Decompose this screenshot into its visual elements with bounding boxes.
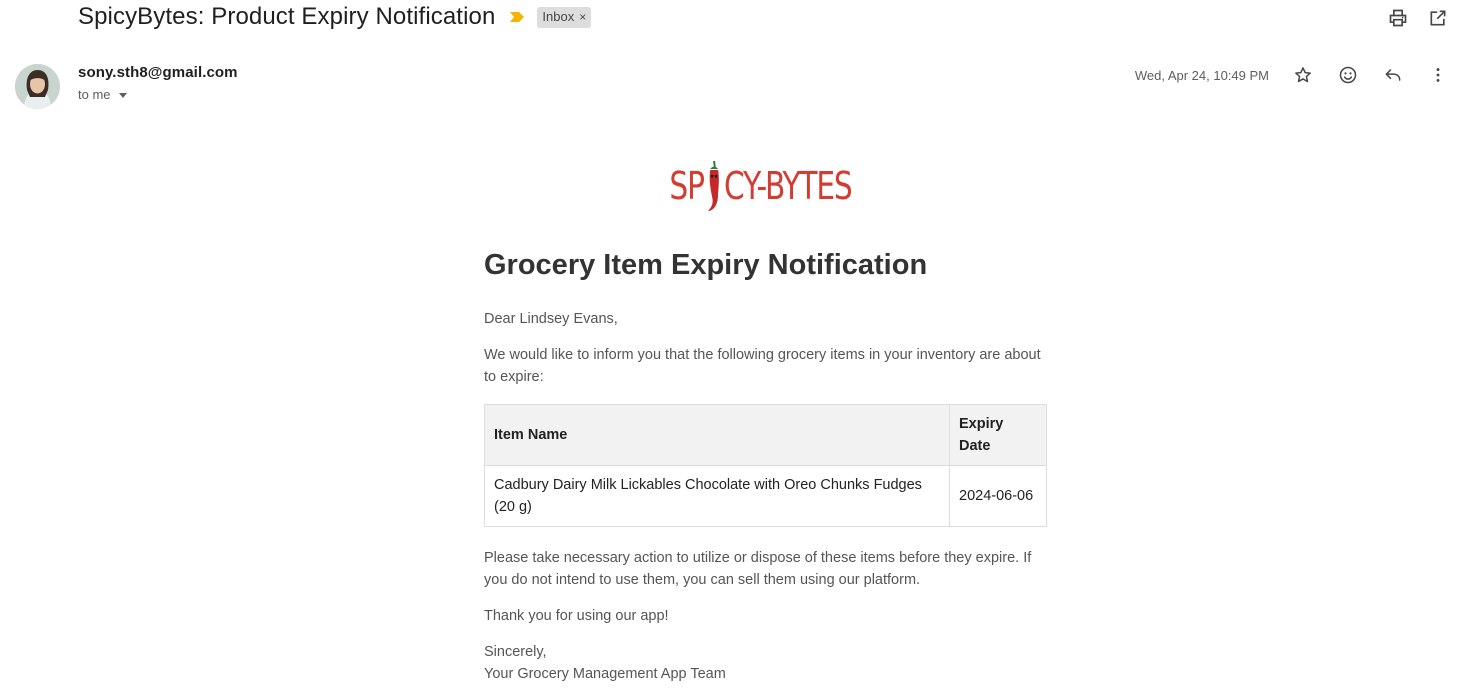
greeting-text: Dear Lindsey Evans, bbox=[484, 311, 618, 327]
recipient-details-toggle[interactable]: to me bbox=[78, 87, 238, 102]
email-heading: Grocery Item Expiry Notification bbox=[484, 249, 928, 281]
label-chip-inbox: Inbox × bbox=[537, 6, 592, 28]
intro-text: We would like to inform you that the fol… bbox=[484, 347, 1041, 385]
more-options-button[interactable] bbox=[1424, 64, 1452, 86]
print-all-button[interactable] bbox=[1384, 6, 1412, 30]
reply-button[interactable] bbox=[1379, 64, 1407, 86]
expiring-items-table: Item Name Expiry Date Cadbury Dairy Milk… bbox=[484, 404, 1047, 527]
logo-text-left: SP bbox=[669, 164, 705, 208]
sender-email[interactable]: sony.sth8@gmail.com bbox=[78, 64, 238, 81]
sender-info: sony.sth8@gmail.com to me bbox=[78, 64, 238, 102]
item-name-cell: Cadbury Dairy Milk Lickables Chocolate w… bbox=[484, 465, 950, 527]
email-view: SpicyBytes: Product Expiry Notification … bbox=[0, 0, 1458, 692]
label-chip-text: Inbox bbox=[542, 9, 575, 24]
top-actions bbox=[1384, 6, 1452, 30]
more-vert-icon bbox=[1436, 68, 1440, 82]
add-reaction-button[interactable] bbox=[1334, 64, 1362, 86]
column-header-item-name: Item Name bbox=[484, 404, 950, 466]
remove-label-button[interactable]: × bbox=[579, 10, 586, 24]
column-header-expiry-date: Expiry Date bbox=[949, 404, 1047, 466]
message-actions bbox=[1289, 64, 1452, 86]
thanks-text: Thank you for using our app! bbox=[484, 608, 669, 624]
sender-avatar[interactable] bbox=[15, 64, 60, 109]
star-button[interactable] bbox=[1289, 64, 1317, 86]
avatar-photo-icon bbox=[15, 64, 60, 109]
table-header-row: Item Name Expiry Date bbox=[484, 404, 1047, 466]
printer-icon bbox=[1389, 9, 1407, 27]
team-signature: Your Grocery Management App Team bbox=[484, 666, 726, 682]
action-text: Please take necessary action to utilize … bbox=[484, 550, 1032, 588]
reply-icon bbox=[1385, 69, 1401, 81]
recipient-label: to me bbox=[78, 87, 111, 102]
caret-down-icon bbox=[118, 93, 127, 98]
signoff-text: Sincerely, bbox=[484, 644, 547, 660]
message-meta: Wed, Apr 24, 10:49 PM bbox=[1135, 64, 1458, 86]
open-new-window-button[interactable] bbox=[1424, 6, 1452, 30]
table-row: Cadbury Dairy Milk Lickables Chocolate w… bbox=[484, 465, 1047, 527]
email-subject: SpicyBytes: Product Expiry Notification bbox=[78, 3, 496, 30]
email-content: SP CY-BYTES Grocery Item Expiry Notifica… bbox=[484, 156, 1047, 685]
chili-pepper-icon bbox=[707, 160, 719, 211]
message-date: Wed, Apr 24, 10:49 PM bbox=[1134, 67, 1269, 83]
logo-text-right: CY-BYTES bbox=[724, 164, 853, 208]
open-in-new-window-icon bbox=[1430, 10, 1446, 26]
subject-row: SpicyBytes: Product Expiry Notification … bbox=[78, 0, 592, 34]
emoji-icon bbox=[1339, 66, 1357, 84]
star-icon bbox=[1295, 67, 1311, 83]
importance-marker-icon[interactable] bbox=[509, 11, 525, 23]
spicy-bytes-logo: SP CY-BYTES bbox=[537, 156, 984, 216]
expiry-date-cell: 2024-06-06 bbox=[949, 465, 1047, 527]
